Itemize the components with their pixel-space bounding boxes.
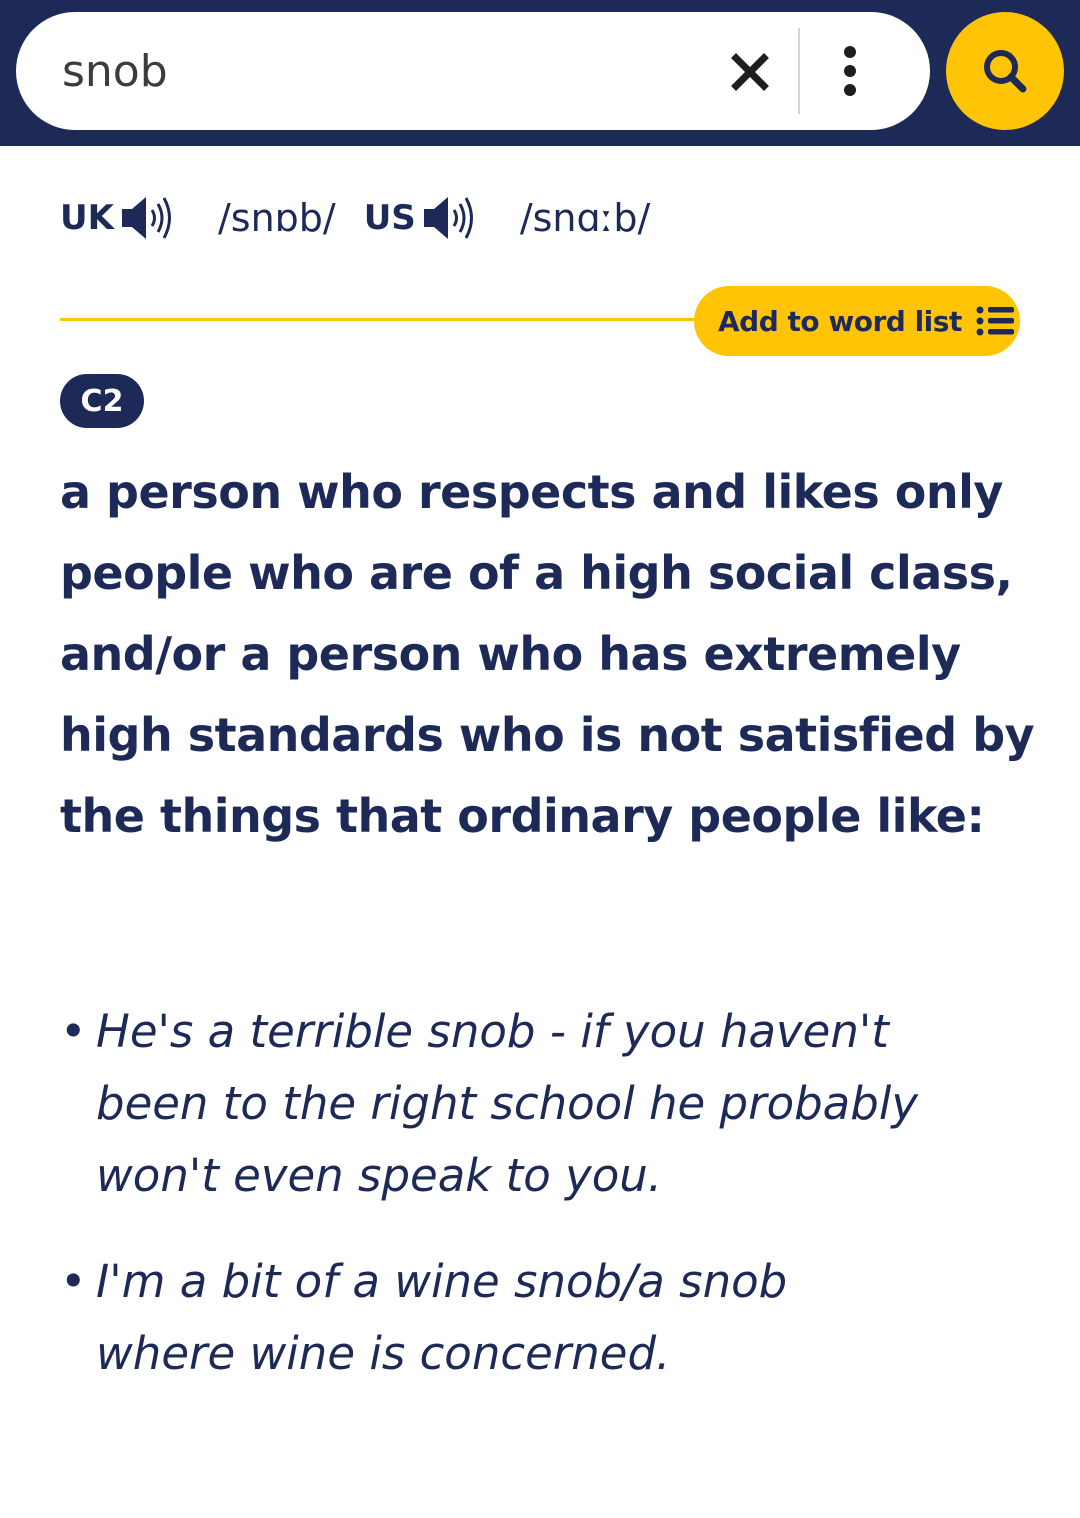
us-audio-button[interactable] (422, 193, 480, 243)
search-divider (798, 28, 800, 114)
search-icon (984, 50, 1027, 93)
example-item: • I'm a bit of a wine snob/a snob where … (60, 1246, 960, 1390)
close-icon (731, 53, 769, 91)
uk-label: UK (60, 198, 114, 238)
examples-list: • He's a terrible snob - if you haven't … (60, 996, 1020, 1424)
search-button[interactable] (946, 12, 1064, 130)
definition-text: a person who respects and likes only peo… (60, 465, 1035, 843)
add-to-word-list-button[interactable]: Add to word list (694, 286, 1020, 356)
uk-ipa: /snɒb/ (217, 196, 336, 240)
speaker-icon (121, 197, 171, 239)
search-box[interactable] (16, 12, 930, 130)
example-item: • He's a terrible snob - if you haven't … (60, 996, 960, 1212)
search-input[interactable] (62, 32, 702, 110)
speaker-icon (423, 197, 473, 239)
list-icon (976, 306, 1014, 336)
bullet: • (60, 1255, 87, 1308)
us-ipa: /snɑːb/ (519, 196, 651, 240)
add-to-word-list-label: Add to word list (718, 304, 962, 338)
example-text: He's a terrible snob - if you haven't be… (96, 1005, 918, 1202)
level-badge: C2 (60, 374, 144, 428)
more-vert-icon (844, 46, 856, 96)
uk-audio-button[interactable] (120, 193, 178, 243)
pronunciation-row: UK /snɒb/ US /snɑːb/ (60, 188, 650, 248)
us-label: US (363, 198, 416, 238)
more-options-button[interactable] (828, 42, 872, 104)
example-text: I'm a bit of a wine snob/a snob where wi… (96, 1255, 788, 1380)
us-pronunciation: US /snɑːb/ (364, 193, 651, 243)
section-divider (60, 318, 760, 321)
clear-search-button[interactable] (728, 50, 772, 94)
top-search-bar (0, 0, 1080, 146)
bullet: • (60, 1005, 87, 1058)
